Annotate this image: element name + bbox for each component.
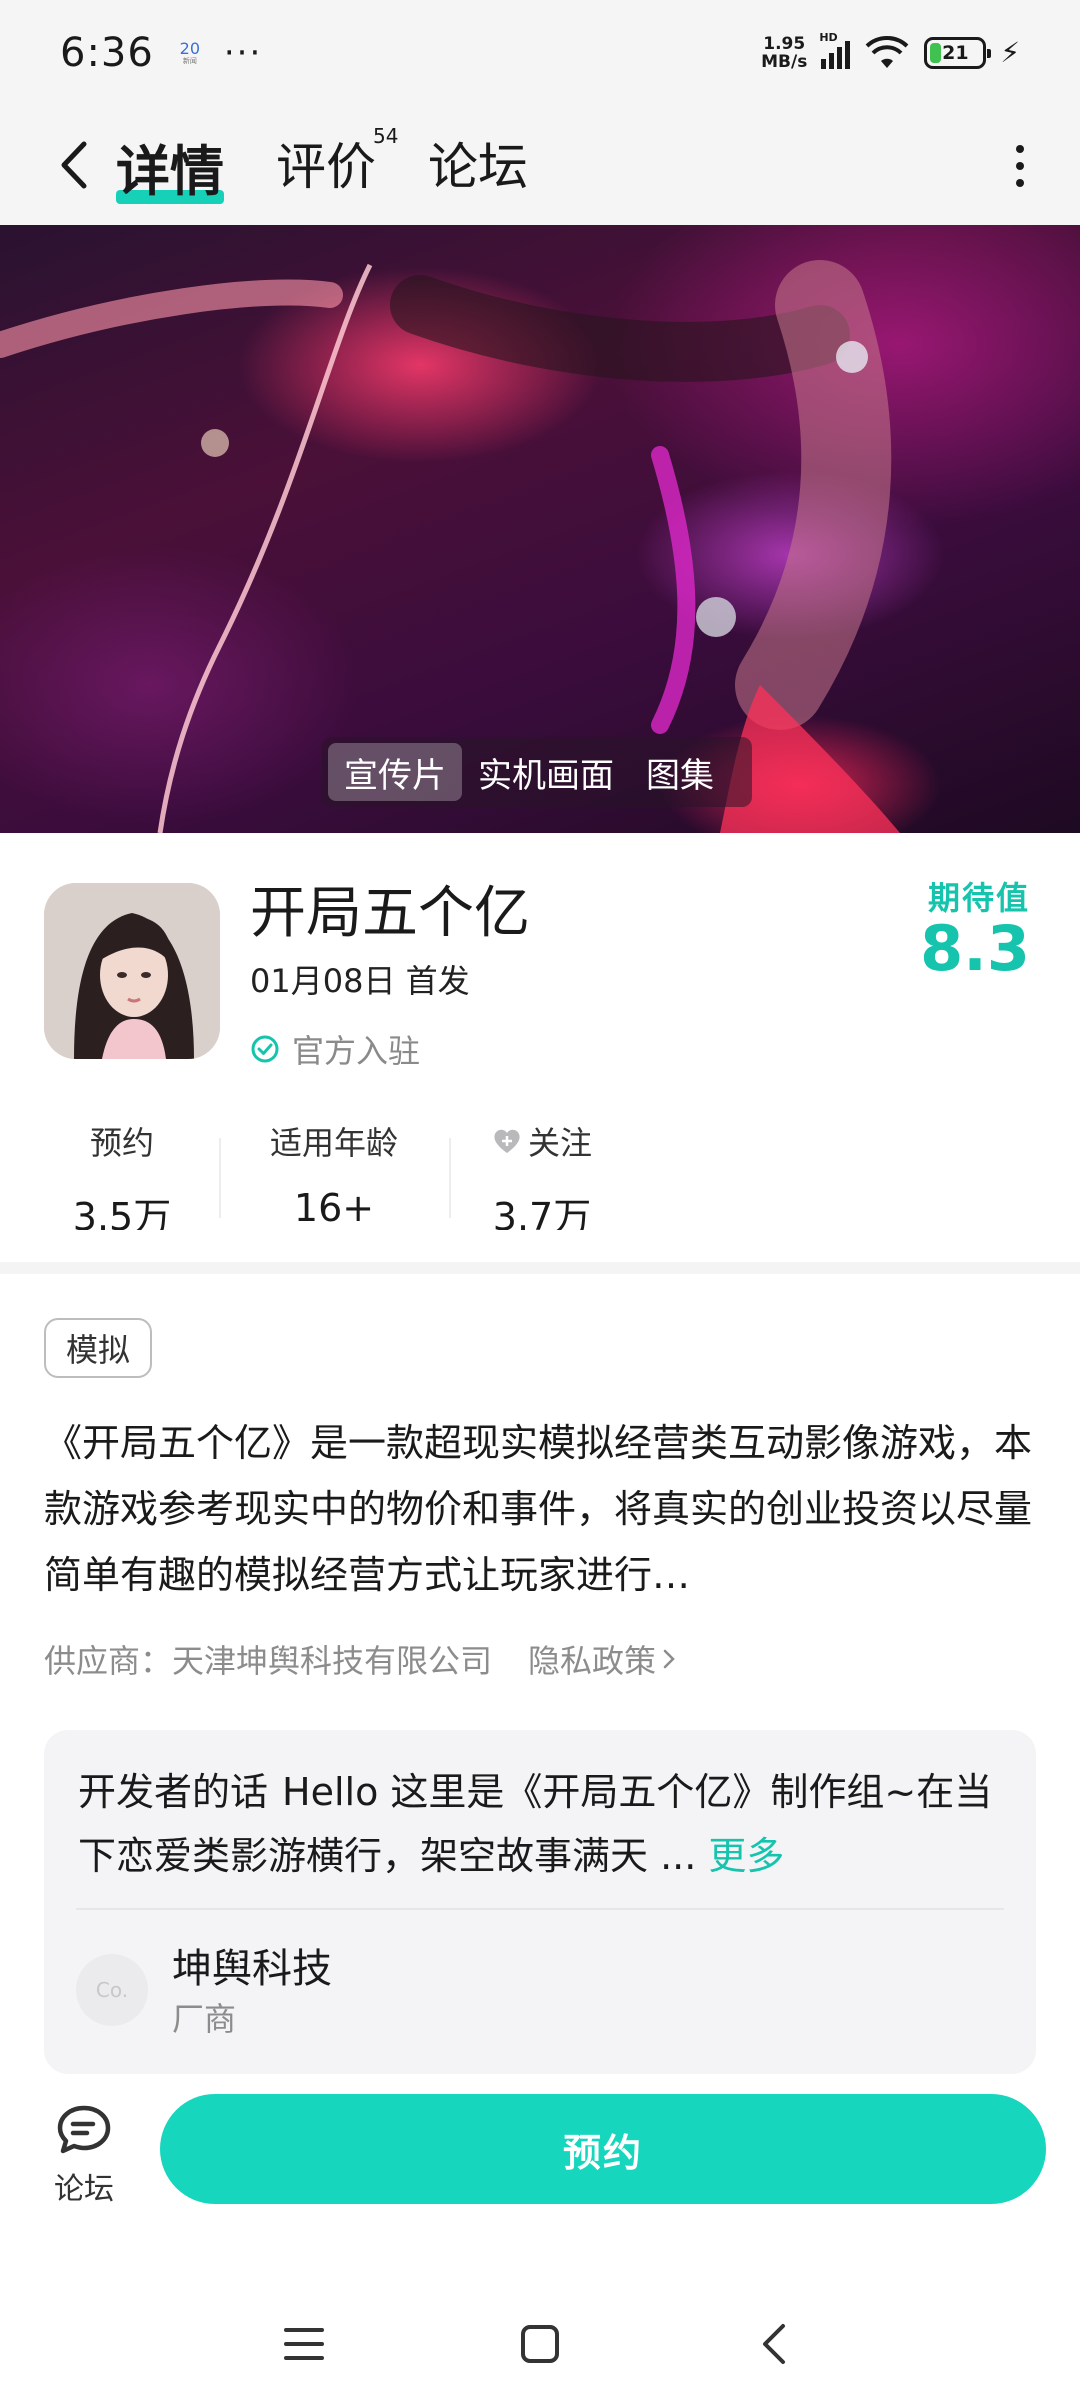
developer-note-label: 开发者的话 [78, 1770, 269, 1814]
privacy-policy-link[interactable]: 隐私政策 [528, 1636, 676, 1682]
developer-card[interactable]: 开发者的话 Hello 这里是《开局五个亿》制作组~在当下恋爱类影游横行，架空故事… [44, 1730, 1036, 2074]
back-chevron-icon [763, 2324, 785, 2364]
media-type-tabs: 宣传片 实机画面 图集 [322, 737, 752, 807]
stat-divider [219, 1138, 221, 1218]
forum-label: 论坛 [54, 2172, 114, 2207]
home-button[interactable] [510, 2314, 570, 2374]
heart-plus-icon [494, 1129, 520, 1153]
stat-followers[interactable]: 关注 3.7万 [452, 1118, 632, 1230]
network-speed: 1.95 MB/s [761, 35, 807, 71]
notification-sub: 新闻 [182, 56, 197, 65]
more-dot [1016, 145, 1024, 153]
developer-role: 厂商 [172, 2000, 237, 2038]
review-count: 54 [373, 124, 399, 148]
developer-name[interactable]: 坤舆科技 [172, 1936, 332, 1994]
notification-badge: 20 [179, 38, 200, 58]
game-icon-portrait [44, 883, 220, 1059]
top-nav: 详情 评价 论坛 [0, 105, 1080, 225]
promo-media-banner[interactable]: 宣传片 实机画面 图集 [0, 225, 1080, 833]
stat-value: 16+ [293, 1186, 375, 1230]
check-circle-icon [251, 1035, 279, 1063]
battery-icon: 21 [924, 36, 992, 69]
tab-details[interactable]: 详情 [116, 127, 224, 206]
cell-signal-icon: HD [819, 31, 851, 69]
net-speed-value: 1.95 [763, 33, 806, 54]
home-square-icon [521, 2325, 559, 2363]
wifi-icon [865, 35, 909, 68]
tab-forum-label: 论坛 [428, 138, 528, 196]
back-arrow-icon [61, 141, 87, 189]
media-tab-gameplay[interactable]: 实机画面 [462, 743, 630, 801]
news-notification-icon: 20 新闻 [176, 35, 204, 71]
tab-reviews-label: 评价 [276, 138, 376, 196]
stat-divider [449, 1138, 451, 1218]
official-label: 官方入驻 [292, 1032, 421, 1070]
game-description[interactable]: 《开局五个亿》是一款超现实模拟经营类互动影像游戏，本款游戏参考现实中的物价和事件… [44, 1410, 1036, 1608]
net-speed-unit: MB/s [761, 51, 808, 72]
developer-more-link[interactable]: 更多 [708, 1834, 784, 1878]
game-title: 开局五个亿 [250, 881, 530, 946]
tab-reviews[interactable]: 评价 [276, 127, 376, 199]
battery-level: 21 [942, 41, 969, 64]
official-badge: 官方入驻 [250, 1026, 420, 1072]
tab-details-label: 详情 [116, 140, 224, 203]
stat-value: 3.5万 [72, 1195, 172, 1230]
more-dot [1016, 179, 1024, 187]
more-notifications-icon: ··· [223, 32, 263, 73]
supplier-row: 供应商：天津坤舆科技有限公司 隐私政策 [44, 1636, 676, 1682]
developer-note: 开发者的话 Hello 这里是《开局五个亿》制作组~在当下恋爱类影游横行，架空故事… [78, 1760, 1008, 1888]
system-nav-bar [0, 2294, 1080, 2400]
supplier-text: 供应商：天津坤舆科技有限公司 [44, 1642, 493, 1680]
game-icon [44, 883, 220, 1059]
game-stats: 预约 3.5万 适用年龄 16+ 关注 3.7万 [0, 1118, 1080, 1230]
stat-reservations: 预约 3.5万 [32, 1118, 212, 1230]
system-back-button[interactable] [744, 2314, 804, 2374]
stat-label: 关注 [527, 1124, 592, 1162]
expectation-score: 8.3 [920, 912, 1030, 985]
privacy-label: 隐私政策 [528, 1642, 657, 1680]
menu-icon [284, 2328, 324, 2360]
forum-button[interactable]: 论坛 [36, 2104, 132, 2214]
status-bar: 6:36 20 新闻 ··· 1.95 MB/s HD 21 ⚡︎ [0, 0, 1080, 105]
chevron-right-icon [663, 1649, 675, 1669]
stat-label: 预约 [89, 1124, 154, 1162]
developer-divider [76, 1908, 1004, 1910]
stat-label: 适用年龄 [269, 1124, 398, 1162]
more-dot [1016, 162, 1024, 170]
back-button[interactable] [44, 135, 104, 195]
section-divider [0, 1262, 1080, 1274]
tab-forum[interactable]: 论坛 [428, 127, 528, 199]
media-tab-gallery[interactable]: 图集 [630, 743, 730, 801]
reserve-button[interactable]: 预约 [160, 2094, 1046, 2204]
developer-avatar[interactable]: Co. [76, 1954, 148, 2026]
bottom-action-bar: 论坛 预约 [0, 2074, 1080, 2294]
stat-value: 3.7万 [492, 1195, 592, 1230]
forum-chat-icon [57, 2105, 111, 2154]
stat-age-rating: 适用年龄 16+ [244, 1118, 424, 1230]
more-options-button[interactable] [1000, 141, 1040, 191]
release-date: 01月08日 首发 [250, 962, 470, 1000]
genre-tag[interactable]: 模拟 [44, 1318, 153, 1378]
media-tab-trailer[interactable]: 宣传片 [328, 743, 462, 801]
recent-apps-button[interactable] [274, 2314, 334, 2374]
hd-label: HD [819, 30, 838, 44]
status-time: 6:36 [60, 29, 154, 76]
charging-icon: ⚡︎ [1000, 36, 1020, 69]
